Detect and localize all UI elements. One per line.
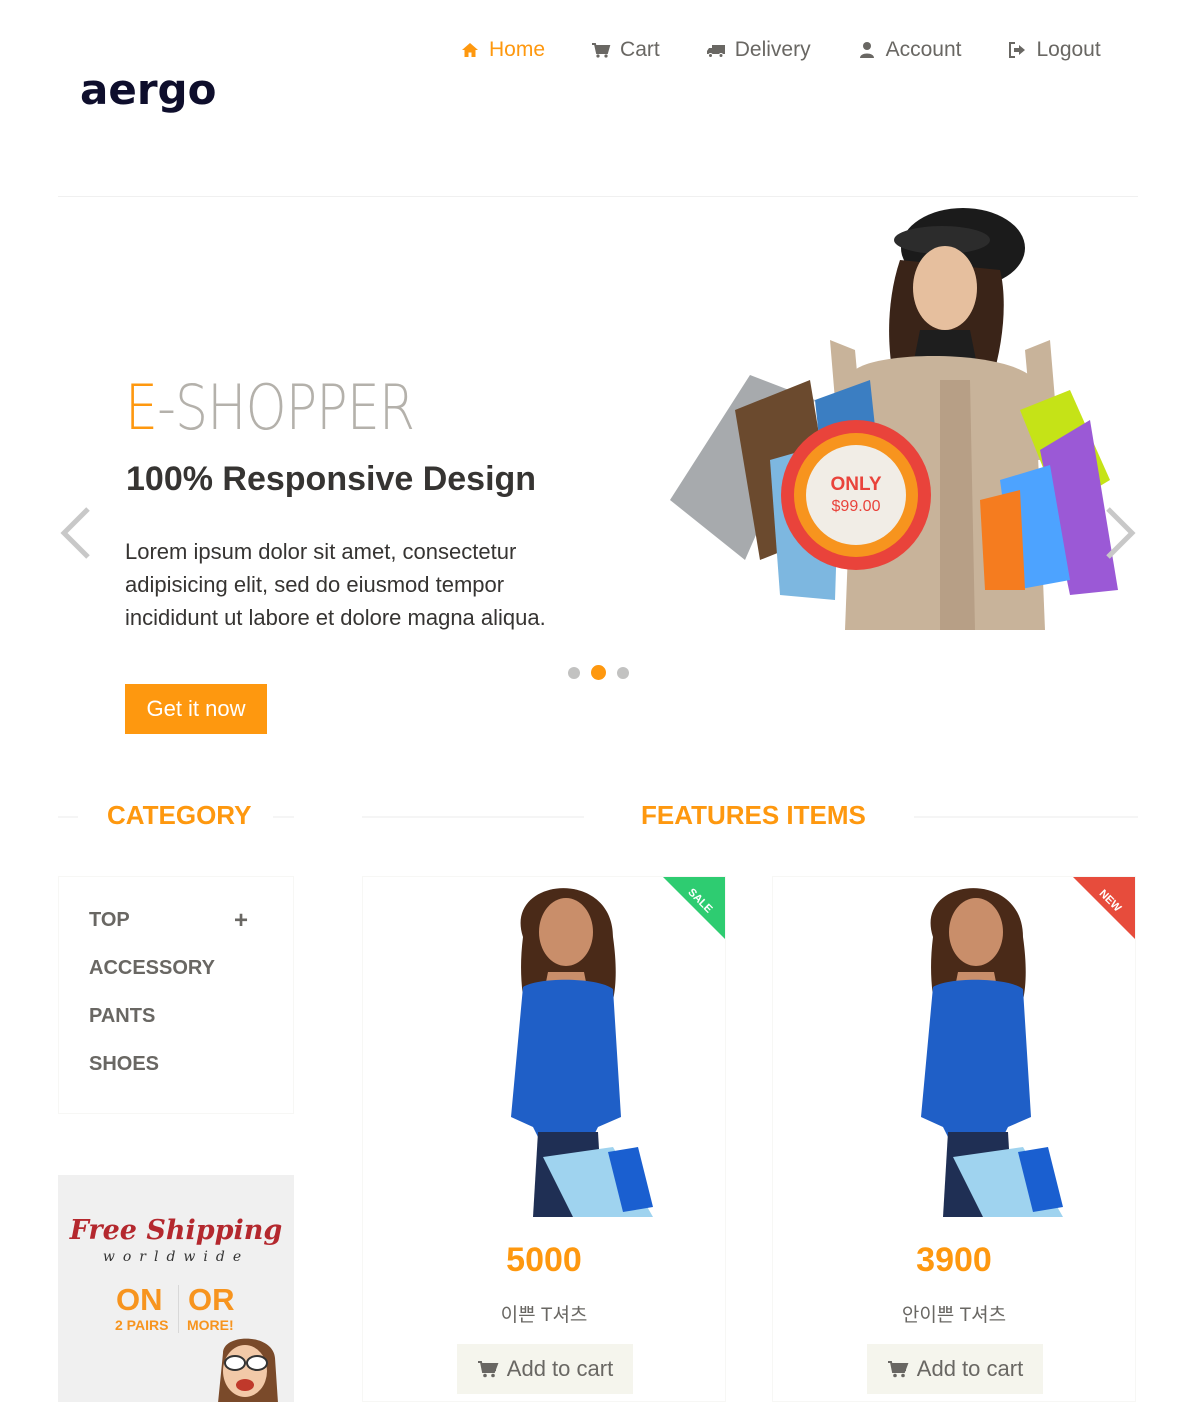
nav-delivery-label: Delivery [734, 38, 811, 61]
shipping-ad-title: Free Shipping [69, 1215, 283, 1246]
product-name: 이쁜 T셔츠 [500, 1305, 588, 1326]
price-badge: ONLY $99.00 [781, 420, 931, 570]
add-to-cart-label: Add to cart [506, 1356, 614, 1381]
slider-next-button[interactable] [1102, 505, 1138, 561]
features-heading-line-right [914, 816, 1138, 818]
price-badge-label: ONLY [830, 474, 882, 495]
slider-dot-1[interactable] [568, 666, 580, 679]
category-heading-line-left [58, 816, 78, 818]
nav-home-label: Home [489, 38, 546, 61]
cart-icon [477, 1361, 499, 1378]
slider-indicators [568, 665, 640, 680]
nav-logout-label: Logout [1036, 38, 1101, 61]
product-image[interactable] [873, 877, 1073, 1217]
add-to-cart-button[interactable]: Add to cart [867, 1344, 1043, 1394]
slider-title: E-SHOPPER [125, 370, 415, 446]
cart-icon [887, 1361, 909, 1378]
product-name: 안이쁜 T셔츠 [901, 1305, 1007, 1326]
category-item-top[interactable]: TOP [89, 909, 130, 932]
slider-dot-3[interactable] [617, 666, 629, 679]
product-card[interactable]: NEW 3900 안이쁜 T셔츠 Add to cart [772, 876, 1136, 1402]
new-ribbon: NEW [1073, 877, 1135, 939]
nav-home[interactable]: Home [460, 38, 545, 62]
nav-account[interactable]: Account [857, 38, 962, 62]
slider-title-rest: -SHOPPER [157, 371, 415, 444]
shipping-ad-right-big: OR [188, 1282, 235, 1317]
category-item-accessory[interactable]: ACCESSORY [89, 957, 215, 980]
slider-title-accent: E [125, 371, 158, 444]
add-to-cart-button[interactable]: Add to cart [457, 1344, 633, 1394]
shipping-ad-divider [178, 1285, 179, 1333]
chevron-right-icon [1106, 507, 1136, 559]
brand-logo[interactable]: aergo [80, 65, 230, 126]
product-price: 5000 [506, 1241, 582, 1279]
add-to-cart-label: Add to cart [916, 1356, 1024, 1381]
features-heading: FEATURES ITEMS [641, 800, 866, 830]
category-heading-line-right [273, 816, 294, 818]
nav-account-label: Account [885, 38, 962, 61]
chevron-left-icon [60, 507, 90, 559]
slider-prev-button[interactable] [58, 505, 94, 561]
main-nav: Home Cart Delivery Account Logout [460, 38, 1101, 62]
get-it-now-button[interactable]: Get it now [125, 684, 267, 734]
product-price: 3900 [916, 1241, 992, 1279]
shipping-ad-left-small: 2 PAIRS [115, 1317, 169, 1333]
shipping-ad-right-small: MORE! [187, 1317, 234, 1333]
features-heading-line-left [362, 816, 584, 818]
shipping-ad-left-big: ON [116, 1282, 163, 1317]
category-heading: CATEGORY [107, 800, 252, 830]
category-item-pants[interactable]: PANTS [89, 1005, 155, 1028]
category-item-shoes[interactable]: SHOES [89, 1053, 159, 1076]
sale-ribbon: SALE [663, 877, 725, 939]
logout-icon [1007, 40, 1027, 60]
product-image[interactable] [463, 877, 663, 1217]
slider-dot-2[interactable] [591, 665, 606, 680]
slider-description: Lorem ipsum dolor sit amet, consectetur … [125, 539, 546, 630]
category-panel: TOP + ACCESSORY PANTS SHOES [58, 876, 294, 1114]
cart-icon [591, 40, 611, 60]
nav-cart[interactable]: Cart [591, 38, 660, 62]
nav-logout[interactable]: Logout [1007, 38, 1101, 62]
slider-subtitle: 100% Responsive Design [126, 460, 537, 498]
truck-icon [706, 40, 726, 60]
product-card[interactable]: SALE 5000 이쁜 T셔츠 Add to cart [362, 876, 726, 1402]
header-divider [58, 196, 1138, 197]
nav-cart-label: Cart [620, 38, 660, 61]
shipping-ad-banner[interactable]: Free Shipping worldwide ON OR 2 PAIRS MO… [58, 1175, 294, 1402]
shipping-ad-subtitle: worldwide [102, 1249, 250, 1265]
home-icon [460, 40, 480, 60]
nav-delivery[interactable]: Delivery [706, 38, 811, 62]
expand-plus-icon[interactable]: + [234, 907, 248, 935]
logo-text: aergo [80, 66, 216, 114]
price-badge-value: $99.00 [831, 498, 881, 515]
shipping-ad-model-image [203, 1333, 283, 1402]
user-icon [857, 40, 877, 60]
